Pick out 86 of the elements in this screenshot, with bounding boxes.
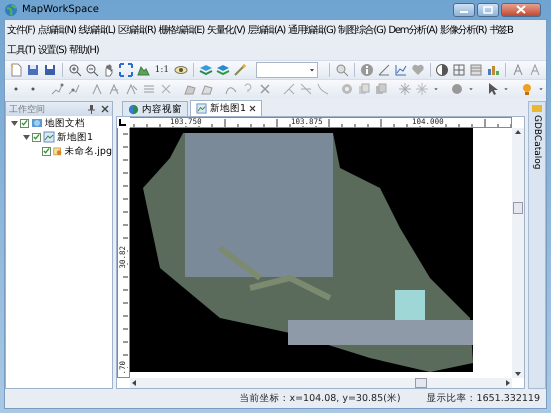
bulb-icon[interactable] [520, 82, 534, 96]
node-icon[interactable] [282, 82, 296, 96]
grid-icon[interactable] [452, 63, 466, 77]
edit-point-icon[interactable] [50, 82, 64, 96]
menu-item[interactable]: 制图综合(G) [338, 21, 386, 39]
magic-wand-icon[interactable] [232, 63, 247, 77]
checkbox[interactable] [32, 132, 41, 142]
contrast-icon[interactable] [435, 63, 450, 77]
table-icon[interactable] [469, 63, 484, 77]
menu-item[interactable]: 设置(S) [38, 41, 66, 59]
star-burst-icon[interactable] [415, 82, 429, 96]
tree-item[interactable]: 地图文档 [45, 116, 85, 130]
collapse-arrow-icon[interactable] [22, 134, 30, 140]
node-icon[interactable] [299, 82, 313, 96]
close-button[interactable] [501, 2, 541, 16]
menu-item[interactable]: 矢量化(V) [207, 21, 245, 39]
scroll-thumb[interactable] [415, 378, 427, 388]
horizontal-scrollbar[interactable] [130, 378, 512, 388]
collapse-arrow-icon[interactable] [10, 120, 18, 126]
cross-icon[interactable] [159, 82, 173, 96]
copy-icon[interactable] [357, 82, 371, 96]
layer-combo-box[interactable] [256, 62, 318, 78]
save-icon[interactable] [26, 63, 40, 77]
full-extent-icon[interactable] [118, 63, 133, 77]
measure-icon[interactable] [376, 63, 391, 77]
menu-item[interactable]: 点编辑(N) [38, 21, 76, 39]
tree-item[interactable]: 新地图1 [57, 130, 94, 144]
copy-icon[interactable] [374, 82, 388, 96]
menu-item[interactable]: 线编辑(L) [78, 21, 115, 39]
close-icon [516, 5, 526, 14]
star-burst-icon[interactable] [398, 82, 412, 96]
folder-icon [532, 104, 542, 112]
eye-icon[interactable] [174, 63, 188, 77]
scale-text: 显示比率：1651.332119 [426, 392, 540, 405]
scroll-up-icon[interactable] [514, 128, 522, 136]
maximize-icon [483, 6, 493, 14]
panel-title: 工作空间 [9, 104, 46, 116]
zoom-icon[interactable] [335, 63, 350, 77]
maximize-button[interactable] [477, 2, 499, 16]
tree-item[interactable]: 未命名.jpg [64, 144, 112, 158]
menu-item[interactable]: 书签B [489, 21, 513, 39]
menu-item[interactable]: 影像分析(R) [440, 21, 486, 39]
globe-icon [128, 104, 139, 114]
chart-line-icon[interactable] [394, 63, 408, 77]
menu-item[interactable]: 工具(T) [7, 41, 35, 59]
heart-icon[interactable] [410, 63, 425, 77]
menu-item[interactable]: 层编辑(A) [248, 21, 286, 39]
image-file-icon [53, 145, 62, 157]
window-title: MapWorkSpace [22, 4, 100, 15]
new-file-icon[interactable] [9, 63, 23, 77]
vertical-scrollbar[interactable] [512, 128, 524, 378]
close-icon[interactable] [101, 105, 109, 113]
map-document-icon [31, 117, 43, 129]
edit-point-icon[interactable] [67, 82, 81, 96]
layers-icon[interactable] [216, 63, 230, 77]
menu-item[interactable]: 栅格编辑(E) [158, 21, 204, 39]
save-icon[interactable] [43, 63, 57, 77]
close-icon[interactable] [249, 105, 256, 112]
side-panel-tab[interactable]: GDBCatalog [528, 101, 546, 389]
zoom-in-icon[interactable] [68, 63, 82, 77]
text-icon[interactable] [528, 63, 542, 77]
bar-chart-icon[interactable] [486, 63, 500, 77]
zoom-out-icon[interactable] [84, 63, 99, 77]
minimize-button[interactable] [453, 2, 475, 16]
actual-size-button[interactable]: 1:1 [152, 65, 172, 75]
menu-item[interactable]: Dem分析(A) [388, 21, 437, 39]
menu-item[interactable]: 通用编辑(G) [288, 21, 336, 39]
text-icon[interactable] [510, 63, 525, 77]
menu-item[interactable]: 帮助(H) [69, 41, 98, 59]
pin-icon[interactable] [88, 104, 95, 114]
circle-icon[interactable] [450, 82, 464, 96]
scroll-down-icon[interactable] [514, 370, 522, 378]
line-edit-icon[interactable] [125, 82, 139, 96]
info-icon[interactable] [360, 63, 374, 77]
coordinates-text: 当前坐标：x=104.08, y=30.85(米) [239, 392, 401, 405]
ruler-corner-icon [117, 117, 129, 128]
menu-item[interactable]: 文件(F) [7, 21, 35, 39]
tab[interactable]: 内容视窗 [122, 101, 188, 116]
checkbox[interactable] [20, 118, 29, 128]
layers-icon[interactable] [198, 63, 213, 77]
menu-item[interactable]: 区编辑(R) [118, 21, 156, 39]
curve-icon[interactable] [316, 82, 330, 96]
globe-icon [4, 2, 18, 16]
scroll-thumb[interactable] [513, 202, 523, 214]
tab[interactable]: 新地图1 [190, 100, 262, 116]
checkbox[interactable] [42, 146, 52, 156]
